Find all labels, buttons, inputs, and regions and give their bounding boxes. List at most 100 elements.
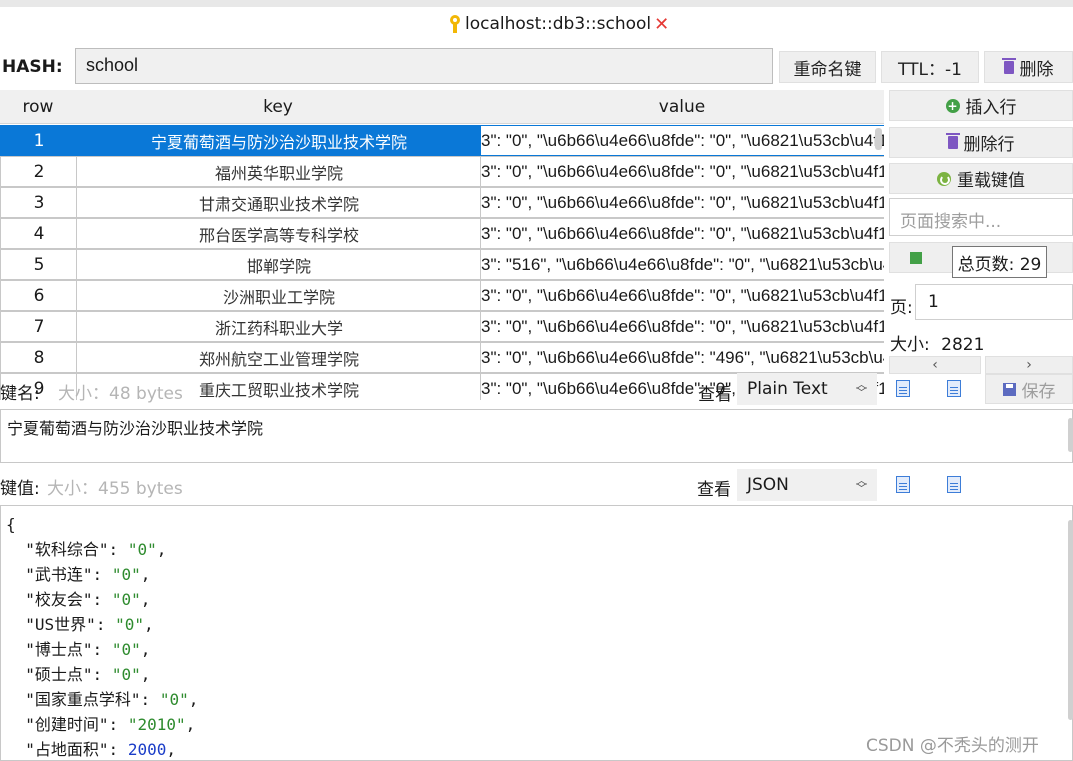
table-row[interactable]: 6 沙洲职业工学院 3": "0", "\u6b66\u4e66\u8fde": "… [0,280,884,311]
value-cell[interactable]: 3": "0", "\u6b66\u4e66\u8fde": "0", "\u6… [480,125,884,156]
value-cell[interactable]: 3": "0", "\u6b66\u4e66\u8fde": "0", "\u6… [480,311,884,342]
json-value: "0" [111,590,141,609]
tab-title: localhost::db3::school [465,14,652,34]
save-label: 保存 [1021,381,1056,402]
row-number-cell[interactable]: 1 [0,125,78,156]
value-view-mode-value: JSON [747,475,789,495]
row-number-cell[interactable]: 8 [0,342,78,373]
json-value: "0" [115,615,144,634]
table-row[interactable]: 3 甘肃交通职业技术学院 3": "0", "\u6b66\u4e66\u8fde"… [0,187,884,218]
value-cell[interactable]: 3": "516", "\u6b66\u4e66\u8fde": "0", "\… [480,249,884,280]
delete-label: 删除 [1019,59,1054,80]
doc-icon[interactable] [947,380,961,402]
watermark: CSDN @不秃头的测开 [866,736,1039,756]
column-header-value[interactable]: value [480,90,884,124]
prev-page-button[interactable]: ‹ [889,356,981,374]
table-row[interactable]: 7 浙江药科职业大学 3": "0", "\u6b66\u4e66\u8fde": … [0,311,884,342]
value-view-mode-select[interactable]: JSON ︿ ﹀ [737,469,877,501]
key-view-label: 查看 [698,385,732,405]
key-cell[interactable]: 沙洲职业工学院 [76,280,482,311]
size-label: 大小: [890,335,930,355]
row-number-cell[interactable]: 7 [0,311,78,342]
close-icon[interactable]: ✕ [654,14,669,35]
key-view-mode-select[interactable]: Plain Text ︿ ﹀ [737,373,877,405]
key-cell[interactable]: 浙江药科职业大学 [76,311,482,342]
edit-doc-icon[interactable] [896,476,910,498]
table-row[interactable]: 1 宁夏葡萄酒与防沙治沙职业技术学院 3": "0", "\u6b66\u4e66\… [0,125,884,156]
floppy-icon [1002,382,1016,396]
key-cell[interactable]: 郑州航空工业管理学院 [76,342,482,373]
tab-school[interactable]: localhost::db3::school ✕ [448,12,669,36]
next-page-button[interactable]: › [985,356,1073,374]
table-row[interactable]: 2 福州英华职业学院 3": "0", "\u6b66\u4e66\u8fde": … [0,156,884,187]
page-number-input[interactable]: 1 [915,284,1073,320]
row-number-cell[interactable]: 5 [0,249,78,280]
doc-icon[interactable] [947,476,961,498]
json-value: "0" [159,690,189,709]
json-key: "US世界" [25,615,96,634]
key-cell[interactable]: 甘肃交通职业技术学院 [76,187,482,218]
go-icon [910,251,922,264]
row-number-cell[interactable]: 4 [0,218,78,249]
chevron-right-icon: › [1026,357,1032,373]
page-search-input[interactable]: 页面搜索中... [889,198,1073,236]
json-entry: "硕士点": "0", [25,665,151,684]
json-entry: "US世界": "0", [25,615,154,634]
insert-row-label: 插入行 [965,98,1017,118]
json-key: "创建时间" [25,715,109,734]
key-cell[interactable]: 福州英华职业学院 [76,156,482,187]
size-value: 2821 [941,335,985,355]
json-open-brace: { [6,515,16,534]
json-value: "0" [111,665,141,684]
key-cell[interactable]: 邢台医学高等专科学校 [76,218,482,249]
value-json-editor[interactable]: { "软科综合": "0", "武书连": "0", "校友会": "0", "… [0,505,1073,761]
value-view-label: 查看 [697,480,731,500]
reload-label: 重载键值 [957,171,1025,191]
insert-row-button[interactable]: + 插入行 [889,90,1073,121]
json-entry: "博士点": "0", [25,640,151,659]
trash-icon [945,133,960,149]
json-entry: "软科综合": "0", [25,540,167,559]
json-key: "国家重点学科" [25,690,141,709]
json-key: "校友会" [25,590,93,609]
value-cell[interactable]: 3": "0", "\u6b66\u4e66\u8fde": "0", "\u6… [480,280,884,311]
rename-label: 重命名键 [793,59,862,80]
key-editor-scrollbar[interactable] [1068,418,1073,452]
save-button[interactable]: 保存 [985,374,1073,404]
key-name-input[interactable]: school [75,48,773,84]
ttl-button[interactable]: TTL：-1 [881,51,979,83]
edit-doc-icon[interactable] [896,380,910,402]
value-cell[interactable]: 3": "0", "\u6b66\u4e66\u8fde": "0", "\u6… [480,187,884,218]
delete-row-label: 删除行 [963,135,1015,155]
key-cell[interactable]: 宁夏葡萄酒与防沙治沙职业技术学院 [76,125,482,156]
row-number-cell[interactable]: 6 [0,280,78,311]
value-cell[interactable]: 3": "0", "\u6b66\u4e66\u8fde": "0", "\u6… [480,218,884,249]
rename-key-button[interactable]: 重命名键 [779,51,876,83]
size-readout: 大小: 2821 [890,330,984,355]
json-key: "占地面积" [25,740,109,759]
value-size-label: 大小：455 bytes [47,479,183,499]
row-number-cell[interactable]: 2 [0,156,78,187]
row-number-cell[interactable]: 3 [0,187,78,218]
hash-table: row key value 1 宁夏葡萄酒与防沙治沙职业技术学院 3": "0", … [0,90,884,400]
json-key: "武书连" [25,565,93,584]
json-entry: "武书连": "0", [25,565,151,584]
column-header-row[interactable]: row [0,90,77,124]
value-cell[interactable]: 3": "0", "\u6b66\u4e66\u8fde": "496", "\… [480,342,884,373]
key-name-editor[interactable]: 宁夏葡萄酒与防沙治沙职业技术学院 [0,409,1073,463]
table-row[interactable]: 5 邯郸学院 3": "516", "\u6b66\u4e66\u8fde": "0… [0,249,884,280]
reload-value-button[interactable]: 重载键值 [889,163,1073,194]
table-row[interactable]: 4 邢台医学高等专科学校 3": "0", "\u6b66\u4e66\u8fde"… [0,218,884,249]
delete-key-button[interactable]: 删除 [984,51,1073,83]
value-editor-scrollbar[interactable] [1068,520,1073,720]
table-row[interactable]: 8 郑州航空工业管理学院 3": "0", "\u6b66\u4e66\u8fde"… [0,342,884,373]
ttl-label: TTL：-1 [898,59,962,80]
column-header-key[interactable]: key [76,90,481,124]
delete-row-button[interactable]: 删除行 [889,127,1073,158]
key-cell[interactable]: 邯郸学院 [76,249,482,280]
table-scrollbar[interactable] [875,128,882,150]
value-cell[interactable]: 3": "0", "\u6b66\u4e66\u8fde": "0", "\u6… [480,156,884,187]
trash-icon [1001,57,1016,74]
json-value: "0" [111,565,141,584]
json-value: "2010" [127,715,186,734]
